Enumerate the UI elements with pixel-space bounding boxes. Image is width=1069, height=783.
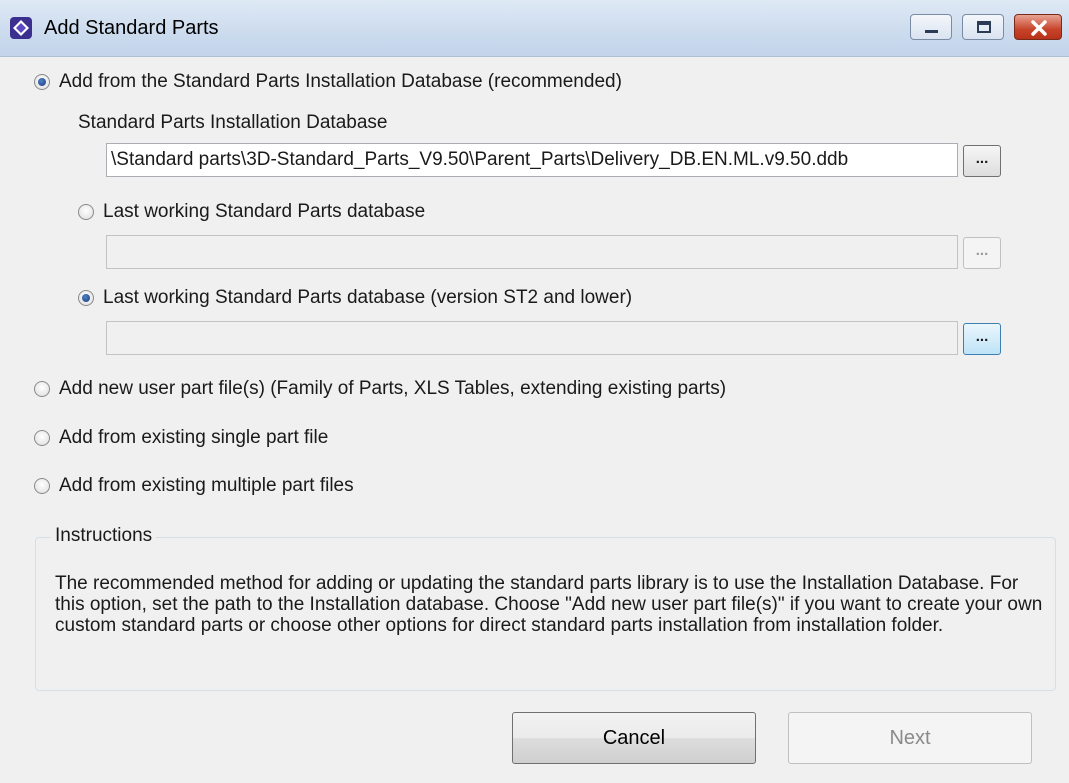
option-last-working[interactable]: Last working Standard Parts database [78,201,425,223]
last-working-st2-path-input[interactable] [106,321,958,355]
instructions-title: Instructions [51,525,157,547]
radio-installation-db[interactable] [34,74,50,90]
cancel-button[interactable]: Cancel [512,712,756,764]
installation-db-browse-button[interactable]: ... [963,145,1001,177]
radio-multiple-parts[interactable] [34,478,50,494]
option-last-working-st2-label: Last working Standard Parts database (ve… [103,287,633,308]
option-installation-db[interactable]: Add from the Standard Parts Installation… [34,71,622,93]
option-last-working-st2[interactable]: Last working Standard Parts database (ve… [78,287,632,309]
next-button[interactable]: Next [788,712,1032,764]
add-standard-parts-dialog: Add Standard Parts Add from the Standard… [0,0,1069,783]
maximize-icon [977,21,991,33]
minimize-icon [925,30,938,33]
app-icon [10,17,32,39]
radio-user-part-files[interactable] [34,381,50,397]
option-user-part-files[interactable]: Add new user part file(s) (Family of Par… [34,378,726,400]
option-installation-db-label: Add from the Standard Parts Installation… [59,71,622,92]
instructions-text: The recommended method for adding or upd… [55,573,1043,636]
option-multiple-parts[interactable]: Add from existing multiple part files [34,475,354,497]
radio-single-part[interactable] [34,430,50,446]
option-multiple-parts-label: Add from existing multiple part files [59,475,354,496]
minimize-button[interactable] [910,14,952,40]
window-title: Add Standard Parts [44,17,219,39]
installation-db-field-label: Standard Parts Installation Database [78,112,388,133]
radio-last-working[interactable] [78,204,94,220]
maximize-button[interactable] [962,14,1004,40]
close-button[interactable] [1014,14,1062,40]
radio-last-working-st2[interactable] [78,290,94,306]
last-working-path-input[interactable] [106,235,958,269]
close-icon [1031,20,1047,36]
installation-db-path-input[interactable]: \Standard parts\3D-Standard_Parts_V9.50\… [106,143,958,177]
last-working-browse-button[interactable]: ... [963,237,1001,269]
option-single-part[interactable]: Add from existing single part file [34,427,328,449]
option-last-working-label: Last working Standard Parts database [103,201,426,222]
option-user-part-files-label: Add new user part file(s) (Family of Par… [59,378,727,399]
option-single-part-label: Add from existing single part file [59,427,329,448]
last-working-st2-browse-button[interactable]: ... [963,323,1001,355]
title-bar[interactable]: Add Standard Parts [0,0,1069,57]
